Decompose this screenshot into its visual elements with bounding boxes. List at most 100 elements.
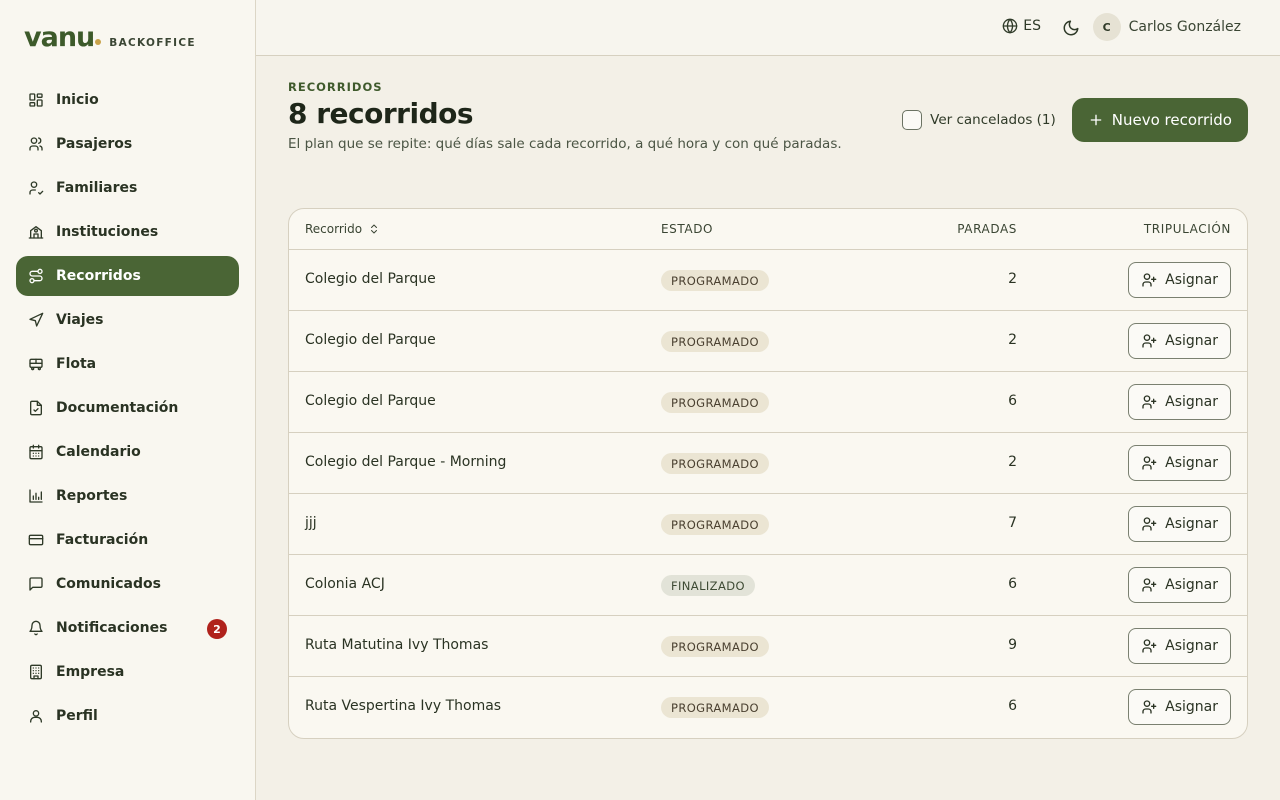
sidebar-item-label: Flota <box>56 356 97 372</box>
page-eyebrow: RECORRIDOS <box>288 80 383 94</box>
notification-count-badge: 2 <box>207 619 227 639</box>
users-icon <box>29 137 43 151</box>
user-check-icon <box>29 181 44 195</box>
sidebar-item-recorridos[interactable]: Recorridos <box>16 256 239 296</box>
assign-crew-button[interactable]: Asignar <box>1128 567 1231 603</box>
route-name[interactable]: Colegio del Parque - Morning <box>305 454 506 470</box>
route-name[interactable]: Colegio del Parque <box>305 271 436 287</box>
sidebar-item-label: Empresa <box>56 664 125 680</box>
assign-crew-button[interactable]: Asignar <box>1128 506 1231 542</box>
sidebar-item-viajes[interactable]: Viajes <box>16 300 239 340</box>
route-name[interactable]: jjj <box>305 515 317 531</box>
status-badge: PROGRAMADO <box>661 270 769 291</box>
language-selector[interactable]: ES <box>1002 18 1041 34</box>
table-row[interactable]: Colonia ACJ FINALIZADO 6 Asignar <box>289 555 1247 616</box>
sidebar-item-label: Comunicados <box>56 576 161 592</box>
sidebar-item-label: Pasajeros <box>56 136 133 152</box>
table-row[interactable]: Colegio del Parque PROGRAMADO 2 Asignar <box>289 250 1247 311</box>
table-row[interactable]: Colegio del Parque - Morning PROGRAMADO 2 A… <box>289 433 1247 494</box>
assign-label: Asignar <box>1165 699 1218 715</box>
brand-name: vanu <box>24 22 95 53</box>
user-plus-icon <box>1142 395 1157 409</box>
moon-icon[interactable] <box>1062 19 1080 37</box>
user-menu[interactable]: C Carlos González <box>1092 13 1241 41</box>
show-cancelled-toggle[interactable]: Ver cancelados (1) <box>902 110 1056 130</box>
table-row[interactable]: Colegio del Parque PROGRAMADO 2 Asignar <box>289 311 1247 372</box>
status-badge: PROGRAMADO <box>661 636 769 657</box>
message-icon <box>29 577 43 591</box>
stops-count: 2 <box>1008 332 1017 348</box>
sidebar-item-comunicados[interactable]: Comunicados <box>16 564 239 604</box>
show-cancelled-checkbox[interactable] <box>902 110 923 130</box>
sidebar-item-reportes[interactable]: Reportes <box>16 476 239 516</box>
column-header-crew: TRIPULACIÓN <box>1143 222 1231 236</box>
route-icon <box>29 268 43 284</box>
bar-chart-icon <box>29 489 43 503</box>
table-row[interactable]: jjj PROGRAMADO 7 Asignar <box>289 494 1247 555</box>
nav-icon-wrap <box>28 488 44 504</box>
user-plus-icon <box>1142 456 1157 470</box>
assign-crew-button[interactable]: Asignar <box>1128 628 1231 664</box>
avatar: C <box>1092 13 1121 41</box>
sort-icon <box>371 224 378 234</box>
navigation-icon <box>29 312 44 327</box>
sidebar-item-pasajeros[interactable]: Pasajeros <box>16 124 239 164</box>
nav-icon-wrap <box>28 180 44 196</box>
nav-icon-wrap <box>28 268 44 284</box>
route-name[interactable]: Colonia ACJ <box>305 576 385 592</box>
sidebar-item-label: Familiares <box>56 180 138 196</box>
plus-icon <box>1090 114 1102 126</box>
sidebar-item-flota[interactable]: Flota <box>16 344 239 384</box>
user-plus-icon <box>1142 700 1157 714</box>
assign-crew-button[interactable]: Asignar <box>1128 689 1231 725</box>
sidebar-item-documentacion[interactable]: Documentación <box>16 388 239 428</box>
nav-icon-wrap <box>28 224 44 240</box>
table-header: Recorrido ESTADO PARADAS TRIPULACIÓN <box>289 209 1247 250</box>
sidebar-item-notificaciones[interactable]: Notificaciones 2 <box>16 608 239 648</box>
sidebar-item-familiares[interactable]: Familiares <box>16 168 239 208</box>
assign-crew-button[interactable]: Asignar <box>1128 262 1231 298</box>
nav-icon-wrap <box>28 136 44 152</box>
column-header-route[interactable]: Recorrido <box>305 222 380 236</box>
assign-crew-button[interactable]: Asignar <box>1128 384 1231 420</box>
status-badge: FINALIZADO <box>661 575 755 596</box>
assign-crew-button[interactable]: Asignar <box>1128 445 1231 481</box>
nav-icon-wrap <box>28 708 44 724</box>
user-plus-icon <box>1142 517 1157 531</box>
calendar-icon <box>29 444 43 460</box>
sidebar-item-calendario[interactable]: Calendario <box>16 432 239 472</box>
route-name[interactable]: Ruta Matutina Ivy Thomas <box>305 637 488 653</box>
brand-logo[interactable]: vanu BACKOFFICE <box>24 22 196 53</box>
building-icon <box>30 664 42 680</box>
assign-label: Asignar <box>1165 394 1218 410</box>
stops-count: 6 <box>1008 698 1017 714</box>
sidebar-item-inicio[interactable]: Inicio <box>16 80 239 120</box>
user-name: Carlos González <box>1128 19 1241 35</box>
table-row[interactable]: Ruta Matutina Ivy Thomas PROGRAMADO 9 Asign… <box>289 616 1247 677</box>
sidebar-item-instituciones[interactable]: Instituciones <box>16 212 239 252</box>
new-route-label: Nuevo recorrido <box>1111 111 1232 129</box>
topbar: ES C Carlos González <box>256 0 1280 56</box>
new-route-button[interactable]: Nuevo recorrido <box>1071 98 1248 142</box>
assign-crew-button[interactable]: Asignar <box>1128 323 1231 359</box>
main-content: RECORRIDOS 8 recorridos El plan que se r… <box>288 80 1248 739</box>
sidebar-item-facturacion[interactable]: Facturación <box>16 520 239 560</box>
route-name[interactable]: Colegio del Parque <box>305 332 436 348</box>
table-row[interactable]: Ruta Vespertina Ivy Thomas PROGRAMADO 6 Asi… <box>289 677 1247 738</box>
table-row[interactable]: Colegio del Parque PROGRAMADO 6 Asignar <box>289 372 1247 433</box>
sidebar-item-perfil[interactable]: Perfil <box>16 696 239 736</box>
route-name[interactable]: Ruta Vespertina Ivy Thomas <box>305 698 501 714</box>
stops-count: 7 <box>1008 515 1017 531</box>
stops-count: 2 <box>1008 271 1017 287</box>
assign-label: Asignar <box>1165 272 1218 288</box>
sidebar-item-label: Instituciones <box>56 224 159 240</box>
sidebar-item-empresa[interactable]: Empresa <box>16 652 239 692</box>
sidebar-item-label: Viajes <box>56 312 104 328</box>
sidebar-item-label: Recorridos <box>56 268 141 284</box>
brand-dot <box>95 39 102 45</box>
sidebar-item-label: Facturación <box>56 532 149 548</box>
routes-table: Recorrido ESTADO PARADAS TRIPULACIÓN Col… <box>288 208 1248 739</box>
assign-label: Asignar <box>1165 455 1218 471</box>
route-name[interactable]: Colegio del Parque <box>305 393 436 409</box>
user-plus-icon <box>1142 639 1157 653</box>
